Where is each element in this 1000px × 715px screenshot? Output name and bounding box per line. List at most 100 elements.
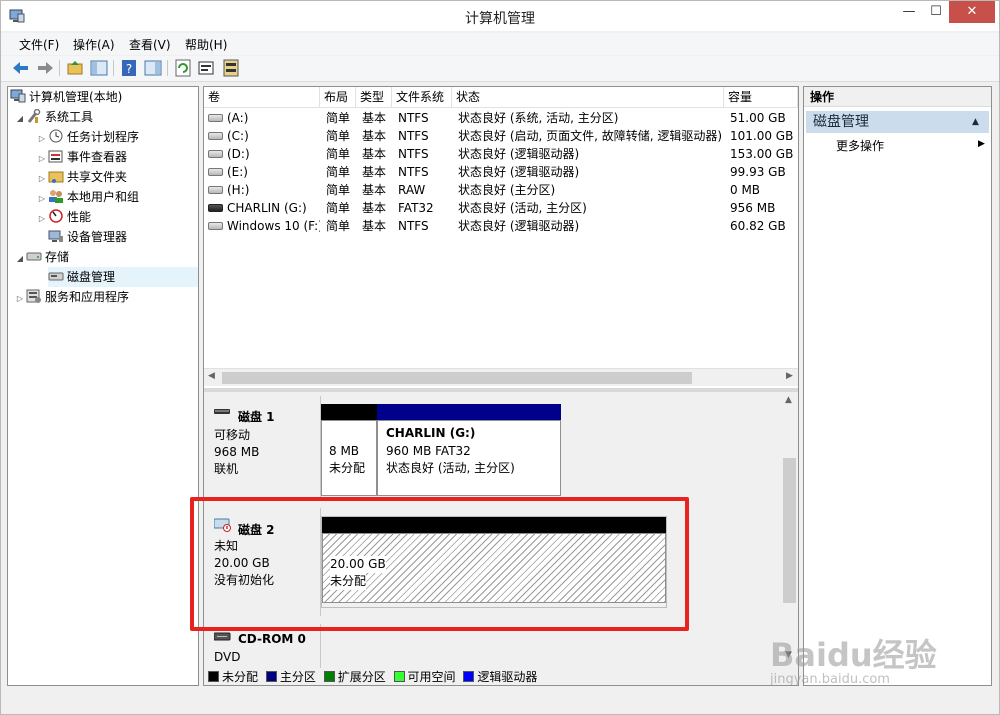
scroll-up-icon[interactable]: ▲ (785, 395, 792, 405)
status-bar (1, 688, 999, 714)
tree-item-task-scheduler[interactable]: ▷ 任务计划程序 (36, 127, 139, 147)
table-row[interactable]: (E:) 简单 基本 NTFS 状态良好 (逻辑驱动器) 99.93 GB (204, 163, 798, 181)
disk-1-unallocated-partition[interactable]: 8 MB 未分配 (321, 420, 377, 496)
partition-size: 960 MB FAT32 (386, 444, 471, 458)
tree-label: 本地用户和组 (67, 190, 140, 204)
column-header-type[interactable]: 类型 (356, 87, 392, 108)
layout-cell: 简单 (326, 111, 351, 125)
table-row[interactable]: (A:) 简单 基本 NTFS 状态良好 (系统, 活动, 主分区) 51.00… (204, 109, 798, 127)
disk-settings-icon[interactable] (221, 59, 241, 77)
toolbar-separator (113, 60, 114, 76)
close-button[interactable]: ✕ (949, 1, 995, 23)
tree-item-disk-management[interactable]: 磁盘管理 (48, 267, 198, 287)
table-row[interactable]: CHARLIN (G:) 简单 基本 FAT32 状态良好 (活动, 主分区) … (204, 199, 798, 217)
storage-icon (26, 249, 42, 263)
tree-item-storage[interactable]: ◢ 存储 (14, 247, 69, 267)
cdrom-name: CD-ROM 0 (238, 632, 306, 646)
tree-item-performance[interactable]: ▷ 性能 (36, 207, 91, 227)
shared-folder-icon (48, 169, 64, 183)
removable-disk-icon (214, 406, 230, 420)
menu-view[interactable]: 查看(V) (129, 36, 171, 53)
tree-item-local-users[interactable]: ▷ 本地用户和组 (36, 187, 139, 207)
more-actions-item[interactable]: 更多操作 (836, 137, 884, 154)
menu-help[interactable]: 帮助(H) (185, 36, 227, 53)
collapsed-arrow-icon[interactable]: ▷ (36, 209, 48, 229)
help-icon[interactable]: ? (119, 59, 139, 77)
type-cell: 基本 (362, 111, 387, 125)
tree-item-system-tools[interactable]: ◢ 系统工具 (14, 107, 93, 127)
unallocated-bar (321, 404, 377, 420)
toolbar-separator (167, 60, 168, 76)
tree-item-event-viewer[interactable]: ▷ 事件查看器 (36, 147, 127, 167)
table-row[interactable]: (D:) 简单 基本 NTFS 状态良好 (逻辑驱动器) 153.00 GB (204, 145, 798, 163)
collapse-arrow-icon[interactable]: ▲ (972, 111, 979, 133)
scroll-left-icon[interactable]: ◀ (208, 371, 215, 381)
column-header-capacity[interactable]: 容量 (724, 87, 798, 108)
type-cell: 基本 (362, 183, 387, 197)
tree-item-device-manager[interactable]: 设备管理器 (48, 227, 127, 247)
tree-label: 事件查看器 (67, 150, 128, 164)
disk-1-label[interactable]: 磁盘 1 可移动 968 MB 联机 (206, 396, 321, 500)
collapsed-arrow-icon[interactable]: ▷ (36, 169, 48, 189)
tree-item-root[interactable]: 计算机管理(本地) (10, 87, 122, 107)
up-folder-icon[interactable] (65, 59, 85, 77)
menu-action[interactable]: 操作(A) (73, 36, 115, 53)
submenu-arrow-icon[interactable]: ▶ (978, 139, 985, 149)
show-action-pane-icon[interactable] (143, 59, 163, 77)
tree-item-services-apps[interactable]: ▷ 服务和应用程序 (14, 287, 129, 307)
expanded-arrow-icon[interactable]: ◢ (14, 109, 26, 129)
legend-swatch-unallocated (208, 671, 219, 682)
expanded-arrow-icon[interactable]: ◢ (14, 249, 26, 269)
column-header-filesystem[interactable]: 文件系统 (392, 87, 452, 108)
tree-label: 系统工具 (45, 110, 94, 124)
back-icon[interactable] (11, 59, 31, 77)
column-header-layout[interactable]: 布局 (320, 87, 356, 108)
drive-icon (208, 186, 223, 194)
refresh-icon[interactable] (173, 59, 193, 77)
scroll-right-icon[interactable]: ▶ (786, 371, 793, 381)
table-row[interactable]: (C:) 简单 基本 NTFS 状态良好 (启动, 页面文件, 故障转储, 逻辑… (204, 127, 798, 145)
collapsed-arrow-icon[interactable]: ▷ (36, 189, 48, 209)
maximize-button[interactable]: ☐ (921, 1, 951, 23)
collapsed-arrow-icon[interactable]: ▷ (36, 129, 48, 149)
type-cell: 基本 (362, 219, 387, 233)
legend-swatch-logical (463, 671, 475, 682)
forward-icon[interactable] (35, 59, 55, 77)
horizontal-scrollbar[interactable]: ◀ ▶ (204, 368, 798, 386)
collapsed-arrow-icon[interactable]: ▷ (36, 149, 48, 169)
tree-label: 共享文件夹 (67, 170, 128, 184)
show-hide-tree-icon[interactable] (89, 59, 109, 77)
type-cell: 基本 (362, 201, 387, 215)
properties-icon[interactable] (197, 59, 217, 77)
layout-cell: 简单 (326, 183, 351, 197)
volume-cell: (H:) (204, 181, 320, 199)
scrollbar-thumb[interactable] (783, 458, 796, 603)
menu-bar: 文件(F) 操作(A) 查看(V) 帮助(H) (1, 33, 999, 55)
collapsed-arrow-icon[interactable]: ▷ (14, 289, 26, 309)
capacity-cell: 51.00 GB (730, 111, 786, 125)
disk-1-state: 联机 (214, 462, 239, 476)
actions-section-disk-management[interactable]: 磁盘管理 ▲ (806, 111, 989, 133)
table-row[interactable]: Windows 10 (F:) 简单 基本 NTFS 状态良好 (逻辑驱动器) … (204, 217, 798, 235)
partition-label: 未分配 (329, 461, 366, 475)
menu-file[interactable]: 文件(F) (19, 36, 59, 53)
drive-icon (208, 150, 223, 158)
volume-cell: (C:) (204, 127, 320, 145)
device-manager-icon (48, 229, 64, 243)
watermark-url: jingyan.baidu.com (770, 672, 890, 687)
scrollbar-thumb[interactable] (222, 372, 692, 384)
title-bar: 计算机管理 — ☐ ✕ (1, 1, 999, 31)
legend-swatch-primary (265, 671, 277, 682)
status-cell: 状态良好 (活动, 主分区) (458, 201, 587, 215)
minimize-button[interactable]: — (894, 1, 924, 23)
tree-item-shared-folders[interactable]: ▷ 共享文件夹 (36, 167, 127, 187)
legend: 未分配 主分区 扩展分区 可用空间 逻辑驱动器 (204, 668, 781, 685)
layout-cell: 简单 (326, 219, 351, 233)
capacity-cell: 99.93 GB (730, 165, 786, 179)
column-header-status[interactable]: 状态 (452, 87, 724, 108)
column-header-volume[interactable]: 卷 (204, 87, 320, 108)
disk-1-charlin-partition[interactable]: CHARLIN (G:) 960 MB FAT32 状态良好 (活动, 主分区) (377, 420, 561, 496)
partition-name: CHARLIN (G:) (386, 426, 476, 440)
layout-cell: 简单 (326, 129, 351, 143)
table-row[interactable]: (H:) 简单 基本 RAW 状态良好 (主分区) 0 MB (204, 181, 798, 199)
